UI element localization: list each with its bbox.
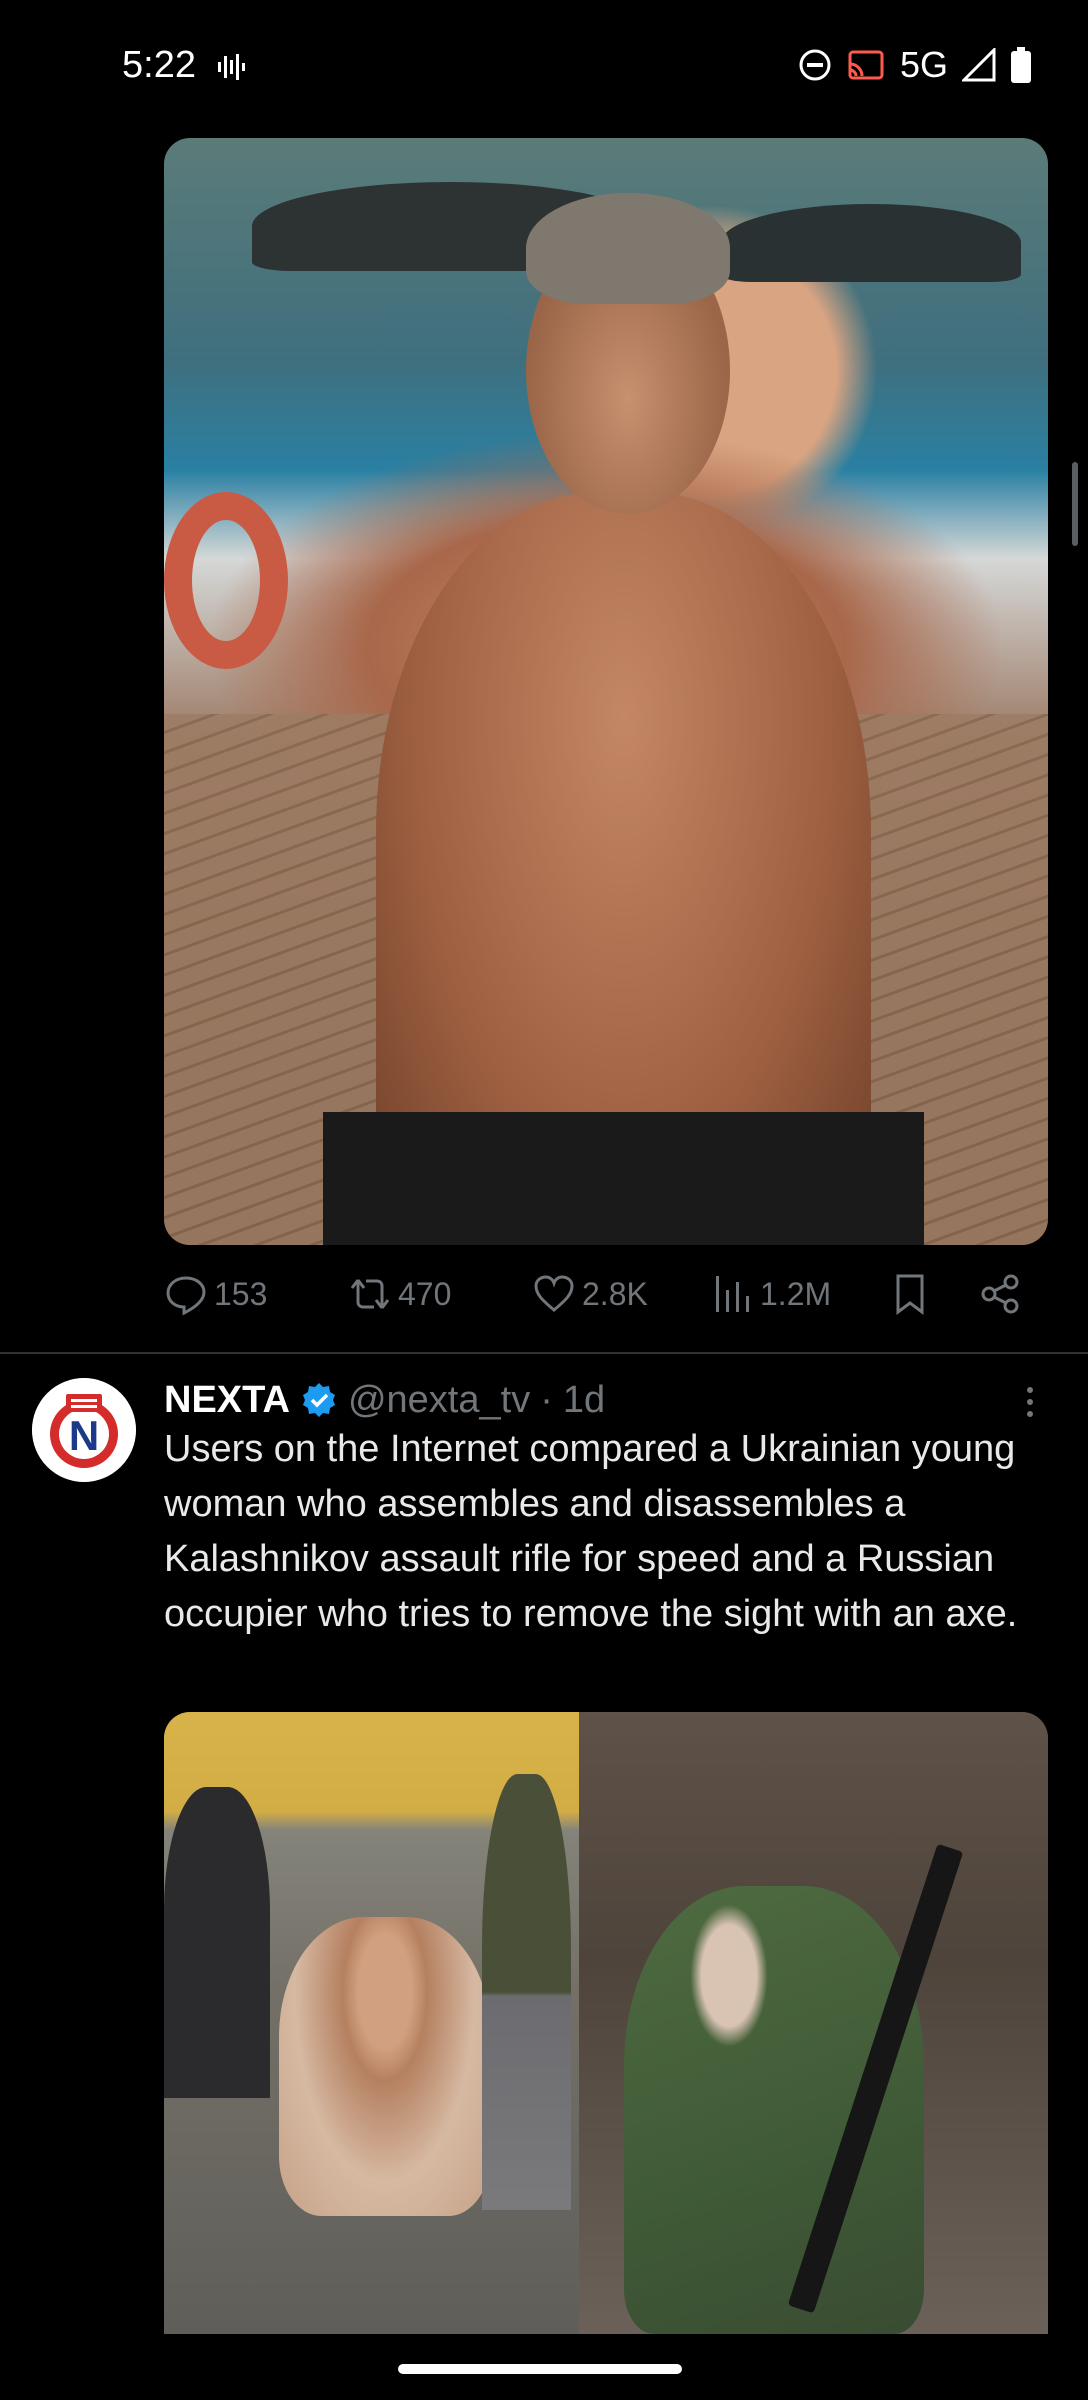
author-name[interactable]: NEXTA — [164, 1379, 290, 1422]
nexta-logo: N — [32, 1378, 136, 1482]
status-icons: 5G — [798, 44, 1032, 86]
repost-icon — [350, 1279, 390, 1309]
like-count: 2.8K — [582, 1275, 648, 1312]
share-icon — [981, 1274, 1019, 1314]
post-divider — [0, 1352, 1088, 1354]
young-woman — [278, 1917, 492, 2216]
avatar-letter: N — [69, 1412, 99, 1459]
repost-count: 470 — [398, 1275, 452, 1312]
bystander-right — [482, 1774, 571, 2210]
author-handle[interactable]: @nexta_tv — [348, 1379, 530, 1422]
status-bar: 5:22 5G — [0, 0, 1088, 130]
post-image[interactable] — [164, 138, 1048, 1245]
battery-icon — [1011, 47, 1031, 83]
verified-badge-icon — [302, 1383, 335, 1417]
post-video[interactable] — [164, 1712, 1048, 2334]
post-text: Users on the Internet compared a Ukraini… — [164, 1428, 1018, 1635]
soldier — [623, 1886, 925, 2334]
man-hair — [526, 193, 730, 305]
separator-dot: · — [540, 1378, 553, 1421]
umbrella-shape — [720, 204, 1022, 282]
man-shorts — [323, 1112, 925, 1245]
post-actions: 153 470 2.8K 1.2M — [164, 1272, 1048, 1328]
reply-count: 153 — [214, 1275, 268, 1312]
scrollbar-thumb[interactable] — [1072, 462, 1078, 546]
waveform-icon — [218, 54, 245, 80]
status-time: 5:22 — [122, 44, 196, 86]
share-button[interactable] — [978, 1272, 1022, 1316]
repost-button[interactable]: 470 — [348, 1272, 451, 1316]
do-not-disturb-icon — [799, 49, 831, 81]
cast-icon — [848, 50, 884, 80]
like-button[interactable]: 2.8K — [532, 1272, 648, 1316]
avatar[interactable]: N — [32, 1378, 136, 1482]
views-count: 1.2M — [760, 1275, 832, 1312]
reply-icon — [166, 1276, 206, 1316]
lifebuoy — [164, 492, 288, 670]
more-options-icon[interactable] — [1012, 1384, 1048, 1420]
home-indicator[interactable] — [398, 2364, 682, 2374]
signal-icon — [962, 48, 996, 82]
heart-icon — [534, 1275, 574, 1312]
views-button[interactable]: 1.2M — [710, 1272, 831, 1316]
bookmark-button[interactable] — [888, 1272, 932, 1316]
views-icon — [716, 1276, 749, 1312]
network-type: 5G — [899, 44, 948, 85]
post-header: NEXTA @nexta_tv · 1d — [164, 1372, 605, 1428]
bystander-left — [164, 1786, 271, 2098]
post-time[interactable]: 1d — [563, 1379, 605, 1422]
bookmark-icon — [896, 1274, 924, 1315]
reply-button[interactable]: 153 — [164, 1272, 267, 1316]
